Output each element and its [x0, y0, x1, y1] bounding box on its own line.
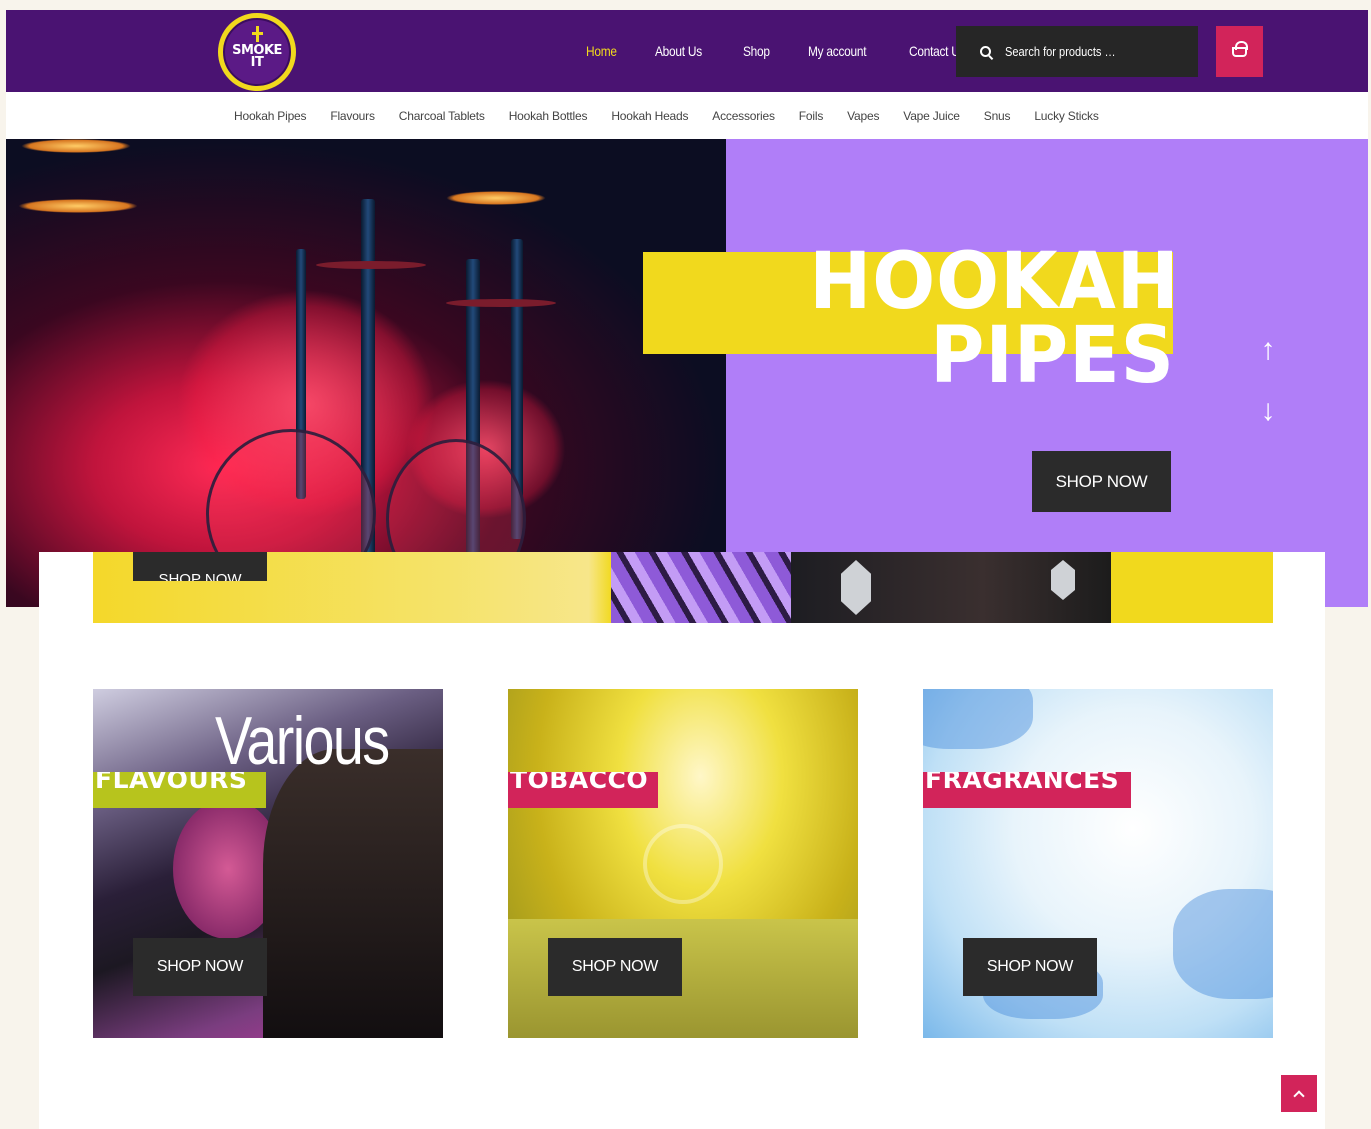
hair-shape	[263, 749, 443, 1038]
hexagon-pattern	[611, 552, 791, 623]
flavours-label-text: FLAVOURS	[95, 772, 248, 794]
flavours-label: FLAVOURS	[93, 772, 266, 808]
nav-home[interactable]: Home	[586, 43, 617, 59]
tobacco-label-text: TOBACCO	[510, 772, 649, 794]
fragrances-shop-now-button[interactable]: SHOP NOW	[963, 938, 1097, 996]
promo-banner	[93, 552, 1273, 623]
category-flavours[interactable]: Flavours	[330, 109, 375, 123]
gem-shape	[1051, 560, 1075, 600]
back-to-top-button[interactable]	[1281, 1075, 1317, 1112]
search-input[interactable]: Search for products …	[1005, 44, 1116, 59]
hookah-icon	[252, 26, 263, 42]
flavours-shop-now-button[interactable]: SHOP NOW	[133, 938, 267, 996]
category-snus[interactable]: Snus	[984, 109, 1011, 123]
tobacco-label: TOBACCO	[508, 772, 658, 808]
banner-shop-now-label: SHOP NOW	[158, 571, 242, 581]
search-icon	[977, 43, 994, 60]
hero-image	[6, 139, 726, 607]
nav-shop[interactable]: Shop	[743, 43, 770, 59]
lamp-shape	[21, 139, 131, 153]
category-vape-juice[interactable]: Vape Juice	[903, 109, 960, 123]
site-header: SMOKE IT Home About Us Shop My account C…	[6, 10, 1368, 92]
hero-title-line1: HOOKAH	[809, 237, 1180, 327]
category-hookah-heads[interactable]: Hookah Heads	[611, 109, 688, 123]
tobacco-shop-now-button[interactable]: SHOP NOW	[548, 938, 682, 996]
hero-title-line2: PIPES	[930, 311, 1175, 401]
nav-about-us[interactable]: About Us	[655, 43, 702, 59]
paint-stroke-shape	[923, 689, 1033, 749]
category-hookah-pipes[interactable]: Hookah Pipes	[234, 109, 307, 123]
basket-icon	[1232, 40, 1248, 57]
main-nav: Home About Us Shop My account Contact Us	[586, 10, 1009, 92]
search-box[interactable]: Search for products …	[956, 26, 1198, 77]
arrow-down-icon[interactable]: ↓	[1258, 396, 1278, 428]
category-lucky-sticks[interactable]: Lucky Sticks	[1034, 109, 1098, 123]
chevron-up-icon	[1293, 1089, 1305, 1102]
nav-my-account[interactable]: My account	[808, 43, 867, 59]
banner-shop-now-button[interactable]: SHOP NOW	[133, 552, 267, 581]
lamp-shape	[446, 191, 546, 205]
cart-button[interactable]	[1216, 26, 1263, 77]
hookah-tray-shape	[446, 299, 556, 307]
site-logo[interactable]: SMOKE IT	[218, 13, 296, 91]
category-charcoal-tablets[interactable]: Charcoal Tablets	[399, 109, 485, 123]
gem-shape	[841, 560, 871, 615]
category-vapes[interactable]: Vapes	[847, 109, 879, 123]
various-script-text: Various	[215, 703, 390, 779]
vape-device-image	[791, 552, 1111, 623]
category-hookah-bottles[interactable]: Hookah Bottles	[509, 109, 588, 123]
logo-text-line2: IT	[250, 55, 264, 70]
lamp-shape	[18, 199, 138, 213]
arrow-up-icon[interactable]: ↑	[1258, 335, 1278, 367]
category-foils[interactable]: Foils	[799, 109, 824, 123]
fragrances-label-text: FRAGRANCES	[925, 772, 1120, 794]
hero-title: HOOKAH PIPES	[809, 237, 1180, 401]
fragrances-label: FRAGRANCES	[923, 772, 1131, 808]
paint-stroke-shape	[1173, 889, 1273, 999]
hookah-tray-shape	[316, 261, 426, 269]
watermark-icon	[643, 824, 723, 904]
category-accessories[interactable]: Accessories	[712, 109, 775, 123]
category-bar: Hookah Pipes Flavours Charcoal Tablets H…	[6, 92, 1368, 139]
hero-shop-now-button[interactable]: SHOP NOW	[1032, 451, 1171, 512]
